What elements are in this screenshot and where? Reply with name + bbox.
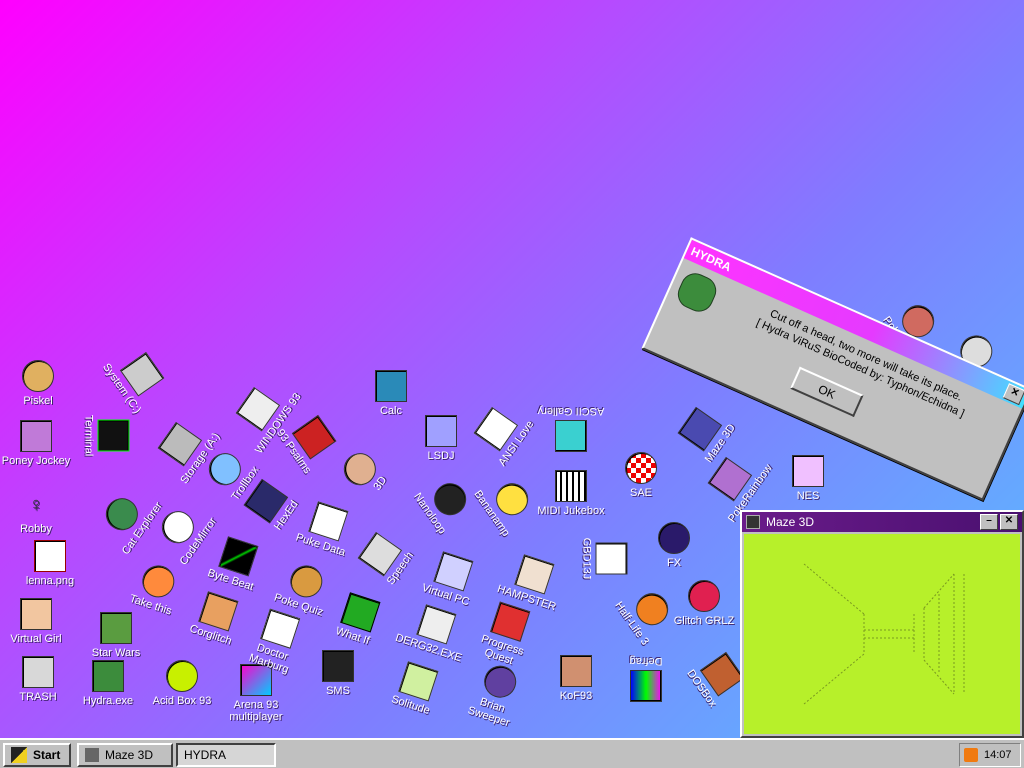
desktop-icon-derg32[interactable]: DERG32.EXE: [393, 598, 476, 665]
girl-face-icon: [20, 598, 52, 630]
calculator-icon: [375, 370, 407, 402]
desktop-icon-star-wars[interactable]: Star Wars: [80, 612, 152, 659]
desktop-icon-sms[interactable]: SMS: [302, 650, 374, 697]
taskbar: Start Maze 3D HYDRA 14:07: [0, 738, 1024, 768]
start-label: Start: [33, 748, 61, 762]
minimize-button[interactable]: –: [980, 514, 998, 530]
desktop-icon-trash[interactable]: TRASH: [2, 656, 74, 703]
desktop-icon-poney-jockey[interactable]: Poney Jockey: [0, 420, 72, 467]
trash-icon: [22, 656, 54, 688]
maze-window-icon: [746, 515, 760, 529]
cartridge-icon: [595, 542, 628, 575]
desktop-icon-piskel[interactable]: Piskel: [2, 360, 74, 407]
image-file-icon: [34, 540, 66, 572]
desktop-icon-robby[interactable]: ♀ Robby: [0, 490, 72, 535]
desktop-icon-lsdj[interactable]: LSDJ: [405, 415, 477, 462]
defrag-blocks-icon: [630, 670, 662, 702]
rss-icon[interactable]: [964, 748, 978, 762]
monitor-icon: [433, 551, 474, 592]
battery-icon: [398, 661, 439, 702]
waveform-icon: [218, 536, 259, 577]
desktop-icon-lenna[interactable]: lenna.png: [14, 540, 86, 587]
hamster-icon: [514, 554, 555, 595]
start-logo-icon: [11, 747, 27, 763]
smiley-icon: [166, 660, 198, 692]
amiga-ball-icon: [625, 452, 657, 484]
desktop-icon-fx[interactable]: FX: [638, 522, 710, 569]
desktop-icon-glitch-grlz[interactable]: Glitch GRLZ: [668, 580, 740, 627]
desktop-icon-ascii-gallery[interactable]: ASCII Gallery: [535, 405, 607, 452]
desktop-icon-acid-box[interactable]: Acid Box 93: [146, 660, 218, 707]
desktop-icon-terminal[interactable]: Terminal: [83, 400, 130, 472]
console-icon: [322, 650, 354, 682]
computer-face-icon: [416, 604, 457, 645]
quiz-icon: [286, 561, 327, 602]
nes-cartridge-icon: [792, 455, 824, 487]
terminal-icon: [97, 419, 130, 452]
close-button[interactable]: ✕: [1000, 514, 1018, 530]
desktop-icon-solitude[interactable]: Solitude: [375, 655, 458, 722]
warrior-icon: [490, 601, 531, 642]
maze-3d-window[interactable]: Maze 3D – ✕: [740, 510, 1024, 738]
desktop-icon-midi-jukebox[interactable]: MIDI Jukebox: [535, 470, 607, 517]
desktop-icon-virtual-girl[interactable]: Virtual Girl: [0, 598, 72, 645]
stickman-icon: ♀: [28, 494, 44, 516]
abc-icon: [555, 420, 587, 452]
piano-keys-icon: [555, 470, 587, 502]
maze-title: Maze 3D: [766, 515, 815, 529]
desktop-icon-hydra-exe[interactable]: Hydra.exe: [72, 660, 144, 707]
gameboy-icon: [425, 415, 457, 447]
clock: 14:07: [984, 749, 1012, 761]
desktop-icon-kof93[interactable]: KoF93: [540, 655, 612, 702]
start-button[interactable]: Start: [3, 743, 71, 767]
atom-icon: [658, 522, 690, 554]
grid-screen-icon: [340, 592, 381, 633]
taskbar-item-hydra[interactable]: HYDRA: [176, 743, 276, 767]
desktop-icon-sae[interactable]: SAE: [605, 452, 677, 499]
fighter-face-icon: [560, 655, 592, 687]
desktop-icon-defrag[interactable]: Defrag: [610, 655, 682, 702]
maze-viewport[interactable]: [744, 534, 1020, 734]
yoda-icon: [100, 612, 132, 644]
desktop-icon-nes[interactable]: NES: [772, 455, 844, 502]
maze-wireframe: [803, 563, 965, 705]
desktop-icon-nanoloop[interactable]: Nanoloop: [404, 461, 484, 547]
desktop-icon-bananamp[interactable]: Bananamp: [466, 461, 546, 547]
maze-title-bar[interactable]: Maze 3D – ✕: [742, 512, 1022, 532]
maze-task-icon: [85, 748, 99, 762]
system-tray: 14:07: [959, 743, 1021, 767]
pd-icon: [308, 501, 349, 542]
palette-icon: [22, 360, 54, 392]
pony-icon: [20, 420, 52, 452]
hydra-icon: [92, 660, 124, 692]
desktop-icon-gbd13j[interactable]: GBD13J: [581, 523, 628, 595]
taskbar-item-maze-3d[interactable]: Maze 3D: [77, 743, 173, 767]
desktop-icon-calc[interactable]: Calc: [355, 370, 427, 417]
corgi-icon: [198, 591, 239, 632]
doctor-icon: [260, 608, 301, 649]
lips-icon: [688, 580, 720, 612]
